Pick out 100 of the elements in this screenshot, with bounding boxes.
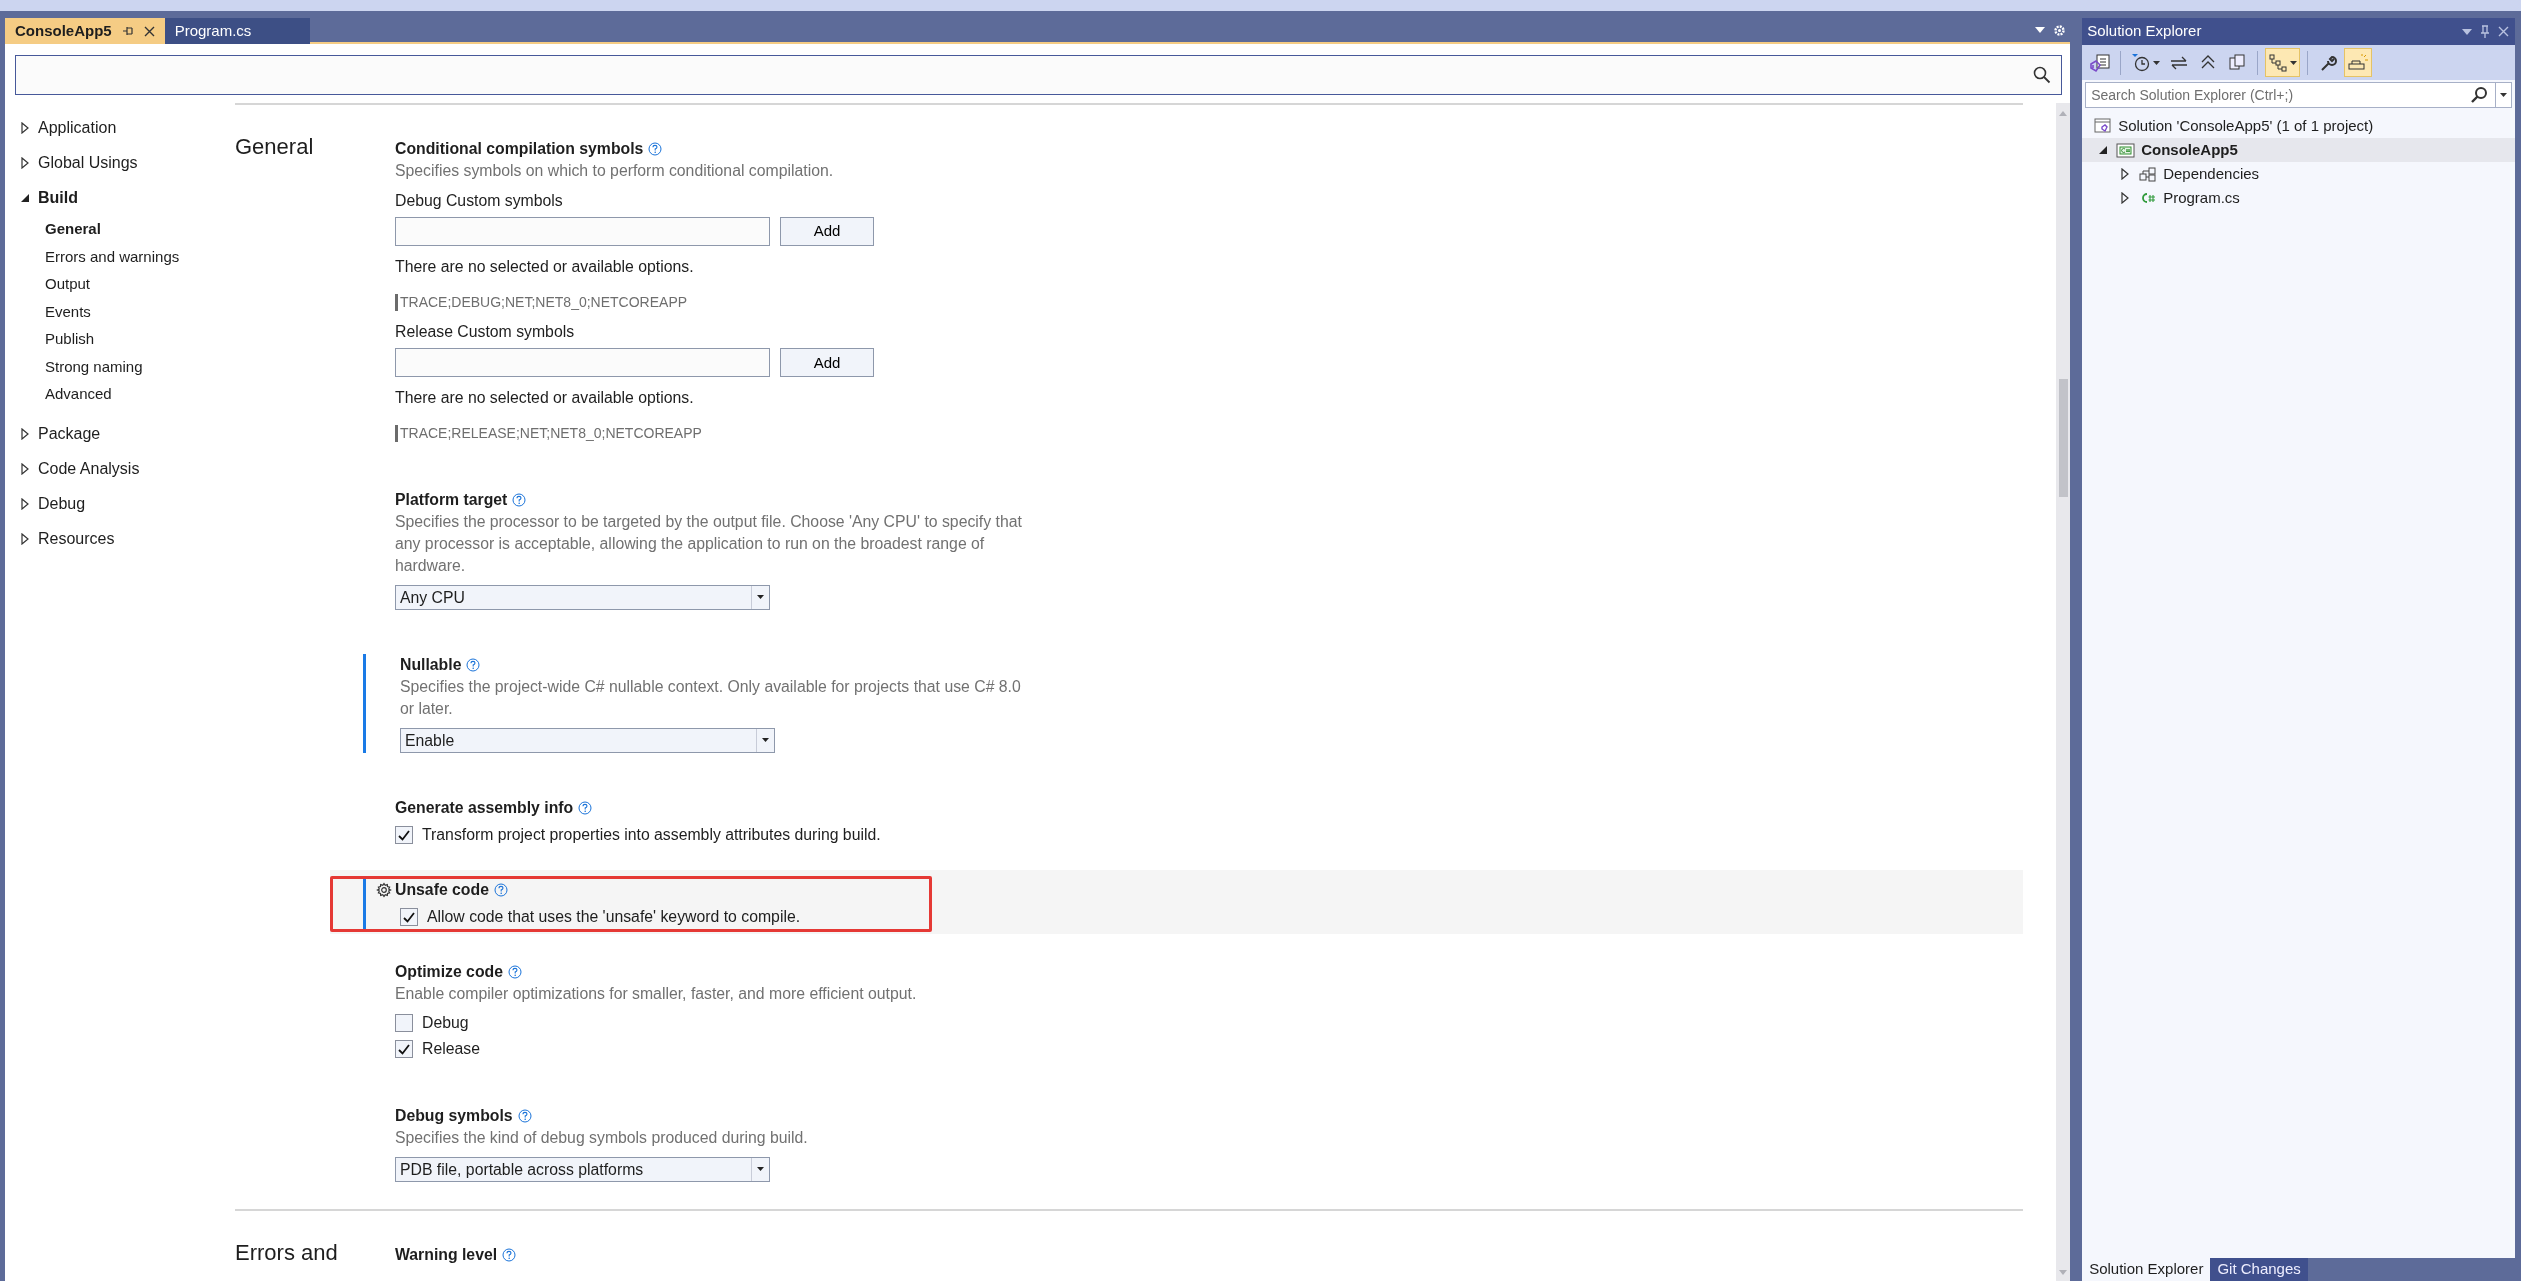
- nav-item[interactable]: Debug: [5, 486, 230, 522]
- options-note: There are no selected or available options.: [395, 256, 695, 277]
- section-heading: General: [235, 132, 314, 161]
- expanded-arrow-icon[interactable]: [20, 192, 30, 205]
- dropdown-arrow-icon[interactable]: [2462, 28, 2472, 35]
- pin-icon[interactable]: [121, 25, 134, 37]
- caret-icon: [2153, 60, 2161, 65]
- dropdown[interactable]: Enable: [400, 728, 775, 753]
- collapsed-arrow-icon[interactable]: [20, 497, 30, 510]
- nav-subitem[interactable]: Errors and warnings: [5, 243, 230, 271]
- symbol-list: TRACE;RELEASE;NET;NET8_0;NETCOREAPP: [395, 425, 702, 443]
- setting-description: Enable compiler optimizations for smaller, faster, and more efficient output.: [395, 984, 918, 1004]
- tree-item[interactable]: Dependencies: [2082, 162, 2515, 186]
- help-icon[interactable]: [648, 141, 663, 156]
- clock-icon: [2131, 52, 2152, 73]
- panel-title: Solution Explorer: [2087, 21, 2203, 42]
- collapsed-arrow-icon[interactable]: [2120, 168, 2131, 180]
- dependencies-icon: [2138, 165, 2158, 183]
- help-icon[interactable]: [517, 1109, 532, 1123]
- dropdown-arrow-icon[interactable]: [2035, 27, 2046, 33]
- collapsed-arrow-icon[interactable]: [20, 157, 30, 170]
- setting-title: Optimize code: [395, 962, 503, 982]
- preview-icon: [2347, 52, 2370, 73]
- gear-icon[interactable]: [2053, 23, 2067, 37]
- nav-subitem[interactable]: Strong naming: [5, 353, 230, 381]
- checkbox-label: Release: [422, 1039, 480, 1059]
- caret-icon: [2290, 60, 2298, 65]
- nav-subitem[interactable]: Events: [5, 298, 230, 326]
- help-icon[interactable]: [493, 883, 508, 897]
- scroll-thumb[interactable]: [2058, 378, 2068, 497]
- search-options-button[interactable]: [2495, 82, 2512, 108]
- nav-item[interactable]: Global Usings: [5, 145, 230, 181]
- caret-icon[interactable]: [762, 738, 769, 743]
- setting-title: Platform target: [395, 490, 508, 510]
- search-field[interactable]: [15, 55, 2063, 95]
- caret-icon: [2500, 93, 2507, 97]
- collapsed-arrow-icon[interactable]: [2120, 192, 2131, 204]
- help-icon[interactable]: [507, 965, 522, 979]
- expanded-arrow-icon[interactable]: [2098, 144, 2109, 156]
- collapsed-arrow-icon[interactable]: [20, 532, 30, 545]
- collapsed-arrow-icon[interactable]: [20, 462, 30, 475]
- search-icon[interactable]: [2470, 86, 2488, 104]
- help-icon[interactable]: [466, 658, 481, 672]
- nav-subitem[interactable]: Output: [5, 270, 230, 299]
- collapsed-arrow-icon[interactable]: [20, 427, 30, 440]
- nav-item[interactable]: Code Analysis: [5, 451, 230, 487]
- help-icon[interactable]: [502, 1248, 517, 1262]
- checkbox[interactable]: [400, 908, 418, 926]
- setting-title: Unsafe code: [395, 880, 489, 900]
- tree-item[interactable]: Solution 'ConsoleApp5' (1 of 1 project): [2082, 114, 2515, 138]
- checkbox[interactable]: [395, 1040, 413, 1058]
- gear-icon[interactable]: [376, 882, 392, 898]
- field-label: Release Custom symbols: [395, 322, 576, 343]
- panel-tab[interactable]: Git Changes: [2210, 1258, 2308, 1281]
- panel-tab[interactable]: Solution Explorer: [2082, 1258, 2211, 1281]
- add-button[interactable]: Add: [780, 216, 874, 246]
- input-field[interactable]: [395, 348, 770, 378]
- tree-item[interactable]: Program.cs: [2082, 186, 2515, 210]
- setting-title: Generate assembly info: [395, 798, 574, 818]
- nav-item[interactable]: Resources: [5, 521, 230, 557]
- nav-item[interactable]: Application: [5, 110, 230, 146]
- vs-window-icon: [2089, 52, 2110, 73]
- checkbox[interactable]: [395, 826, 413, 844]
- nav-subitem[interactable]: Advanced: [5, 380, 230, 409]
- document-tab[interactable]: ConsoleApp5: [5, 18, 165, 44]
- toolbar-button[interactable]: [2265, 48, 2301, 77]
- close-icon[interactable]: [143, 25, 155, 37]
- setting-title: Warning level: [395, 1245, 498, 1265]
- nav-subitem[interactable]: Publish: [5, 325, 230, 354]
- help-icon[interactable]: [578, 801, 593, 815]
- tree-item[interactable]: ConsoleApp5: [2082, 138, 2515, 162]
- field-label: Debug Custom symbols: [395, 190, 564, 211]
- checkbox-label: Allow code that uses the 'unsafe' keyword to compile.: [427, 907, 801, 927]
- setting-title: Nullable: [400, 655, 462, 675]
- caret-icon[interactable]: [757, 595, 764, 600]
- nav-item[interactable]: Build: [5, 180, 230, 216]
- setting-title: Debug symbols: [395, 1106, 513, 1126]
- setting-description: Specifies the processor to be targeted by the output file. Choose 'Any CPU' to specify that any processor is acceptable, allowing the application to run on the broadest range of hardware.: [395, 512, 1023, 576]
- collapsed-arrow-icon[interactable]: [20, 122, 30, 135]
- add-button[interactable]: Add: [780, 348, 874, 378]
- checkbox-label: Debug: [422, 1013, 469, 1033]
- setting-description: Specifies the kind of debug symbols produced during build.: [395, 1128, 809, 1148]
- checkbox[interactable]: [395, 1014, 413, 1032]
- tree-icon: [2268, 52, 2289, 73]
- scrollbar[interactable]: [2056, 102, 2071, 1281]
- copy-icon: [2227, 52, 2246, 73]
- setting-description: Specifies the project-wide C# nullable context. Only available for projects that use C# 8.0 or later.: [400, 677, 1022, 719]
- checkbox-label: Transform project properties into assembly attributes during build.: [422, 825, 881, 845]
- dropdown[interactable]: Any CPU: [395, 585, 770, 610]
- search-field[interactable]: Search Solution Explorer (Ctrl+;): [2085, 82, 2495, 108]
- dropdown[interactable]: PDB file, portable across platforms: [395, 1157, 770, 1182]
- help-icon[interactable]: [512, 493, 527, 507]
- search-icon: [2033, 65, 2052, 84]
- setting-description: Specifies symbols on which to perform conditional compilation.: [395, 160, 835, 181]
- caret-icon[interactable]: [757, 1167, 764, 1172]
- nav-subitem[interactable]: General: [5, 215, 230, 244]
- document-tab[interactable]: Program.cs: [164, 18, 310, 44]
- project-icon: [2116, 141, 2136, 159]
- nav-item[interactable]: Package: [5, 416, 230, 452]
- input-field[interactable]: [395, 216, 770, 246]
